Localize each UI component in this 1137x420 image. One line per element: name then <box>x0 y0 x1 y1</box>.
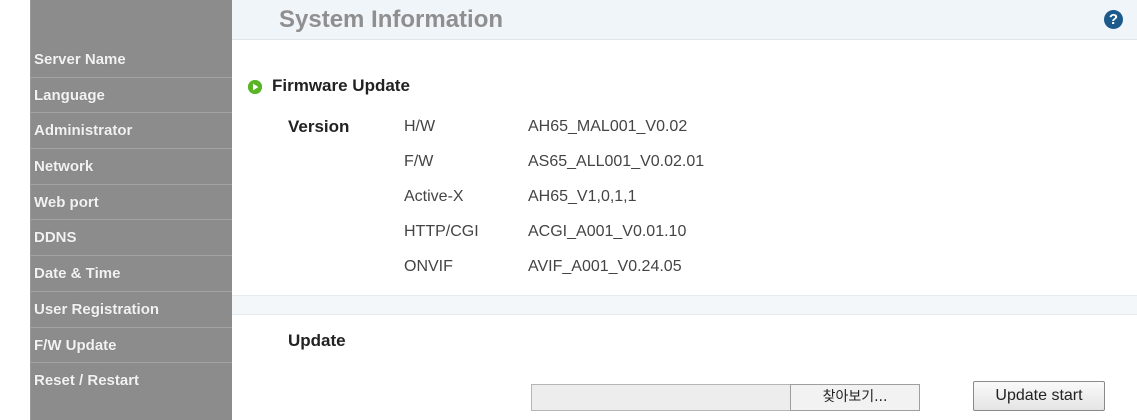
play-arrow-icon <box>248 80 262 94</box>
version-value: AH65_MAL001_V0.02 <box>528 118 688 135</box>
file-path-input[interactable] <box>531 384 790 411</box>
sidebar-item-web-port[interactable]: Web port <box>31 185 232 221</box>
sidebar-item-fw-update[interactable]: F/W Update <box>31 328 232 364</box>
version-value: AVIF_A001_V0.24.05 <box>528 258 682 275</box>
sidebar-item-date-time[interactable]: Date & Time <box>31 256 232 292</box>
sidebar-item-network[interactable]: Network <box>31 149 232 185</box>
sidebar: Server Name Language Administrator Netwo… <box>30 0 232 420</box>
section-bullet-icon <box>248 80 262 94</box>
browse-button[interactable]: 찾아보기... <box>790 384 920 411</box>
version-key: F/W <box>404 153 434 170</box>
sidebar-item-user-registration[interactable]: User Registration <box>31 292 232 328</box>
version-key: H/W <box>404 118 436 135</box>
version-key: HTTP/CGI <box>404 223 479 240</box>
title-bar: System Information ? <box>232 0 1137 40</box>
version-value: AS65_ALL001_V0.02.01 <box>528 153 705 170</box>
left-margin <box>0 0 30 420</box>
version-key: Active-X <box>404 188 464 205</box>
version-key: ONVIF <box>404 258 453 275</box>
sidebar-item-ddns[interactable]: DDNS <box>31 220 232 257</box>
help-icon[interactable]: ? <box>1104 10 1123 29</box>
sidebar-item-server-name[interactable]: Server Name <box>31 42 232 78</box>
version-label: Version <box>288 117 350 136</box>
main-panel: System Information ? Firmware Update Ver… <box>232 0 1137 420</box>
sidebar-item-language[interactable]: Language <box>31 78 232 114</box>
sidebar-menu: Server Name Language Administrator Netwo… <box>31 42 232 399</box>
page-title: System Information <box>279 6 504 33</box>
sidebar-item-reset-restart[interactable]: Reset / Restart <box>31 363 232 399</box>
version-value: ACGI_A001_V0.01.10 <box>528 223 687 240</box>
update-label: Update <box>288 331 346 350</box>
update-start-button[interactable]: Update start <box>973 381 1105 411</box>
version-value: AH65_V1,0,1,1 <box>528 188 637 205</box>
section-title-firmware-update: Firmware Update <box>272 76 410 95</box>
section-divider <box>232 295 1137 315</box>
sidebar-item-administrator[interactable]: Administrator <box>31 113 232 150</box>
